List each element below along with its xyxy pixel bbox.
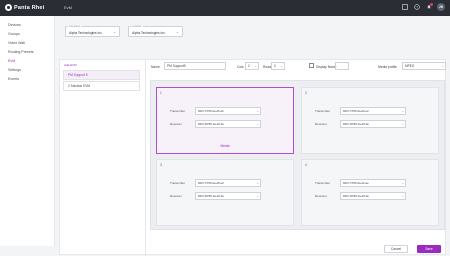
- display-name-input[interactable]: [335, 62, 349, 70]
- transmitter-label: Transmitter: [170, 109, 186, 113]
- receiver-select[interactable]: RDX-RX56-0a-d6-6e ⌄: [195, 120, 261, 128]
- transmitter-value: RDX-TX56-0a-d2-ae: [343, 181, 369, 185]
- sidebar-item-groups[interactable]: Groups: [0, 29, 54, 38]
- chevron-down-icon: ⌄: [256, 194, 259, 198]
- display-name-checkbox[interactable]: [309, 63, 314, 68]
- receiver-value: RDX-RX56-0a-d6-6e: [198, 122, 224, 126]
- user-avatar[interactable]: JK: [437, 3, 445, 11]
- evm-card: Add EVM PM Support 5 2 Solution EVM Name…: [59, 59, 446, 256]
- add-evm-link[interactable]: Add EVM: [64, 63, 77, 67]
- location-select-value: Alpha Technologies Inc.: [132, 31, 166, 35]
- media-link[interactable]: Media: [157, 144, 293, 148]
- cols-label: Cols: [237, 65, 244, 69]
- sidebar-item-routing-presets[interactable]: Routing Presets: [0, 47, 54, 56]
- evm-list: PM Support 5 2 Solution EVM: [63, 70, 140, 92]
- chevron-down-icon: ⌄: [401, 194, 404, 198]
- receiver-select[interactable]: RDX-RX56-0a-d6-6e ⌄: [195, 192, 261, 200]
- media-profile-label: Media profile: [378, 65, 397, 69]
- cell-number: 2: [305, 91, 307, 95]
- top-bar: Panta Rhei EvM ? JK: [0, 0, 450, 16]
- chevron-down-icon: ⌄: [256, 109, 259, 113]
- transmitter-label: Transmitter: [315, 109, 331, 113]
- transmitter-value: RDX-TX56-0a-d0-e2: [343, 109, 369, 113]
- receiver-value: RDX-RX56-0a-d6-6e: [343, 122, 369, 126]
- divider: [145, 60, 146, 256]
- receiver-value: RDX-RX56-0a-d6-6e: [198, 194, 224, 198]
- logo-mark-icon: [5, 4, 12, 11]
- section-title: EvM: [64, 5, 72, 10]
- location-select[interactable]: Location Alpha Technologies Inc. ⌄: [128, 25, 183, 37]
- sidebar-item-settings[interactable]: Settings: [0, 65, 54, 74]
- sidebar-item-evm[interactable]: EvM: [0, 56, 54, 65]
- company-select-value: Alpha Technologies Inc.: [69, 31, 103, 35]
- chevron-down-icon: ⌄: [113, 30, 116, 34]
- grid-cell-3[interactable]: 3 Transmitter RDX-TX56-0a-d6-a3 ⌄ Receiver…: [156, 159, 294, 226]
- cols-select[interactable]: 2 ⌄: [245, 62, 259, 70]
- chevron-down-icon: ⌄: [254, 64, 257, 68]
- brand-name: Panta Rhei: [14, 4, 45, 11]
- receiver-value: RDX-RX56-0a-d6-6e: [343, 194, 369, 198]
- receiver-label: Receiver: [170, 194, 182, 198]
- rows-value: 2: [274, 64, 276, 68]
- evm-form-row: Name PM Support5 Cols 2 ⌄ Rows 2 ⌄ Display…: [151, 62, 446, 71]
- transmitter-select[interactable]: RDX-TX56-0a-d6-a3 ⌄: [195, 179, 261, 187]
- cols-value: 2: [248, 64, 250, 68]
- sidebar-item-devices[interactable]: Devices: [0, 20, 54, 29]
- evm-list-item[interactable]: 2 Solution EVM: [63, 81, 140, 91]
- receiver-select[interactable]: RDX-RX56-0a-d6-6e ⌄: [340, 192, 406, 200]
- evm-grid: 1 Transmitter RDX-TX56-0a-d6-ab ⌄ Receiver…: [150, 80, 445, 230]
- main-content: Company Alpha Technologies Inc. ⌄ Locati…: [55, 16, 450, 256]
- cancel-button[interactable]: Cancel: [384, 245, 408, 253]
- transmitter-select[interactable]: RDX-TX56-0a-d2-ae ⌄: [340, 179, 406, 187]
- receiver-label: Receiver: [315, 122, 327, 126]
- brand-logo[interactable]: Panta Rhei: [5, 4, 44, 11]
- transmitter-select[interactable]: RDX-TX56-0a-d6-ab ⌄: [195, 107, 261, 115]
- sidebar-item-video-wall[interactable]: Video Wall: [0, 38, 54, 47]
- chevron-down-icon: ⌄: [441, 64, 444, 68]
- receiver-select[interactable]: RDX-RX56-0a-d6-6e ⌄: [340, 120, 406, 128]
- grid-cell-2[interactable]: 2 Transmitter RDX-TX56-0a-d0-e2 ⌄ Receiver…: [301, 87, 439, 154]
- transmitter-label: Transmitter: [170, 181, 186, 185]
- help-icon[interactable]: ?: [413, 4, 420, 11]
- cell-number: 4: [305, 163, 307, 167]
- location-select-label: Location: [131, 25, 143, 28]
- receiver-label: Receiver: [170, 122, 182, 126]
- media-profile-select[interactable]: MPEG ⌄: [402, 62, 446, 70]
- evm-list-item[interactable]: PM Support 5: [63, 70, 140, 80]
- chevron-down-icon: ⌄: [256, 122, 259, 126]
- cell-number: 1: [160, 91, 162, 95]
- company-select[interactable]: Company Alpha Technologies Inc. ⌄: [65, 25, 120, 37]
- svg-text:?: ?: [416, 5, 418, 9]
- rows-select[interactable]: 2 ⌄: [271, 62, 285, 70]
- display-name-label: Display Name: [316, 65, 337, 69]
- receiver-label: Receiver: [315, 194, 327, 198]
- save-button[interactable]: Save: [417, 245, 441, 253]
- grid-cell-4[interactable]: 4 Transmitter RDX-TX56-0a-d2-ae ⌄ Receiver…: [301, 159, 439, 226]
- chevron-down-icon: ⌄: [280, 64, 283, 68]
- transmitter-label: Transmitter: [315, 181, 331, 185]
- sidebar: Devices Groups Video Wall Routing Preset…: [0, 16, 55, 246]
- name-input[interactable]: PM Support5: [164, 62, 226, 70]
- chevron-down-icon: ⌄: [401, 181, 404, 185]
- transmitter-value: RDX-TX56-0a-d6-a3: [198, 181, 224, 185]
- grid-cell-1[interactable]: 1 Transmitter RDX-TX56-0a-d6-ab ⌄ Receiver…: [156, 87, 294, 154]
- rows-label: Rows: [263, 65, 272, 69]
- chevron-down-icon: ⌄: [176, 30, 179, 34]
- notification-badge: [430, 2, 433, 6]
- company-select-label: Company: [68, 25, 82, 28]
- chevron-down-icon: ⌄: [256, 181, 259, 185]
- notifications-icon[interactable]: [425, 2, 433, 11]
- chevron-down-icon: ⌄: [401, 122, 404, 126]
- transmitter-select[interactable]: RDX-TX56-0a-d0-e2 ⌄: [340, 107, 406, 115]
- cell-number: 3: [160, 163, 162, 167]
- sidebar-item-events[interactable]: Events: [0, 74, 54, 83]
- media-profile-value: MPEG: [405, 64, 415, 68]
- chevron-down-icon: ⌄: [401, 109, 404, 113]
- name-label: Name: [151, 65, 160, 69]
- transmitter-value: RDX-TX56-0a-d6-ab: [198, 109, 224, 113]
- window-icon[interactable]: [401, 4, 408, 11]
